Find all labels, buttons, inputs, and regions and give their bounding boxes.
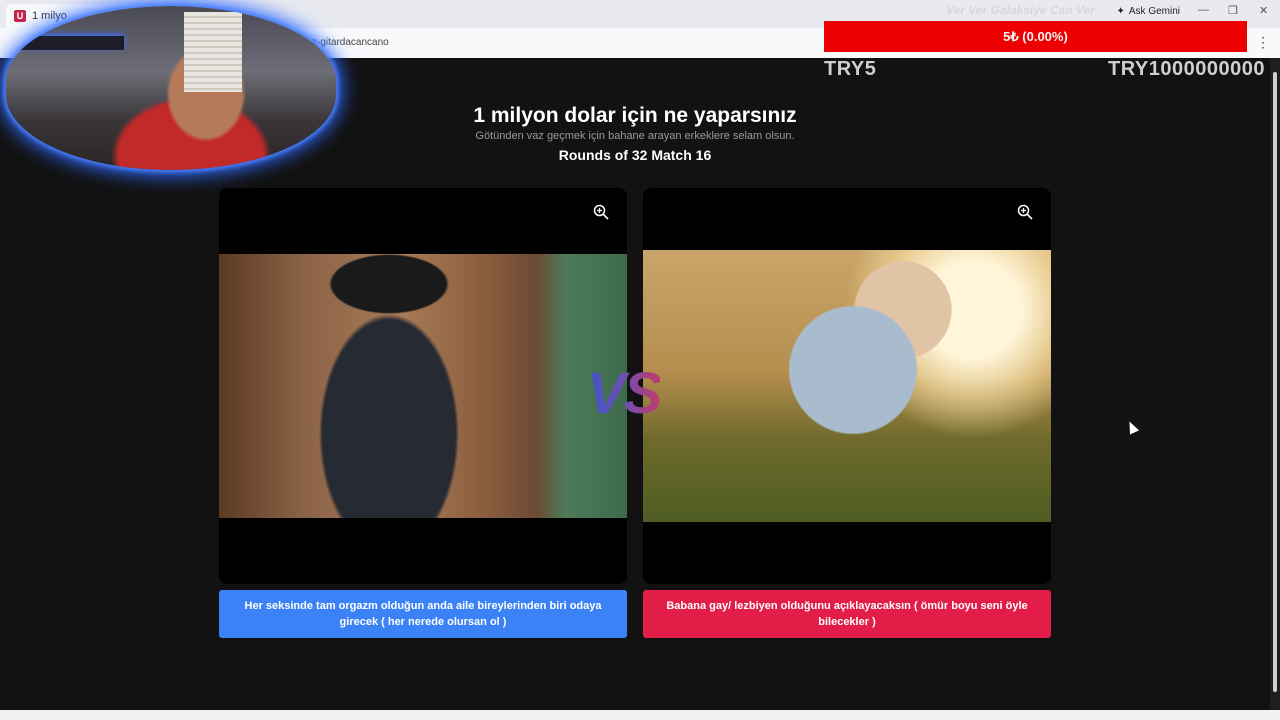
webcam-shelf	[14, 36, 124, 50]
sparkle-icon: ✦	[1116, 6, 1125, 17]
option-image-right[interactable]	[643, 250, 1051, 522]
goal-min-label: TRY5	[824, 58, 877, 80]
donation-goal-bar: 5₺ (0.00%)	[824, 21, 1247, 52]
ask-gemini-label: Ask Gemini	[1128, 6, 1180, 17]
tab-title: 1 milyo	[32, 10, 67, 22]
option-card-left[interactable]	[219, 188, 627, 584]
close-icon[interactable]: ✕	[1259, 4, 1268, 17]
vertical-scrollbar[interactable]	[1270, 58, 1280, 710]
donation-marquee: Ver Ver Galaksiye Can Ver	[946, 3, 1095, 17]
horizontal-scrollbar[interactable]	[0, 710, 1280, 720]
option-card-right[interactable]	[643, 188, 1051, 584]
option-image-left[interactable]	[219, 254, 627, 518]
kebab-menu-icon[interactable]: ⋮	[1256, 34, 1270, 51]
scrollbar-thumb[interactable]	[1273, 72, 1277, 692]
webcam-overlay	[6, 6, 336, 170]
choice-button-left[interactable]: Her seksinde tam orgazm olduğun anda ail…	[219, 590, 627, 638]
ask-gemini-button[interactable]: ✦ Ask Gemini	[1116, 6, 1180, 17]
zoom-in-icon[interactable]	[1017, 204, 1033, 220]
site-favicon: U	[14, 10, 26, 22]
minimize-icon[interactable]: —	[1198, 4, 1209, 16]
webcam-window-blinds	[184, 12, 242, 92]
url-text[interactable]: z-gitardacancano	[312, 37, 389, 48]
choice-button-right[interactable]: Babana gay/ lezbiyen olduğunu açıklayaca…	[643, 590, 1051, 638]
maximize-icon[interactable]: ❐	[1228, 4, 1238, 17]
vs-label: VS	[587, 361, 662, 426]
goal-max-label: TRY1000000000	[1108, 58, 1265, 80]
zoom-in-icon[interactable]	[593, 204, 609, 220]
